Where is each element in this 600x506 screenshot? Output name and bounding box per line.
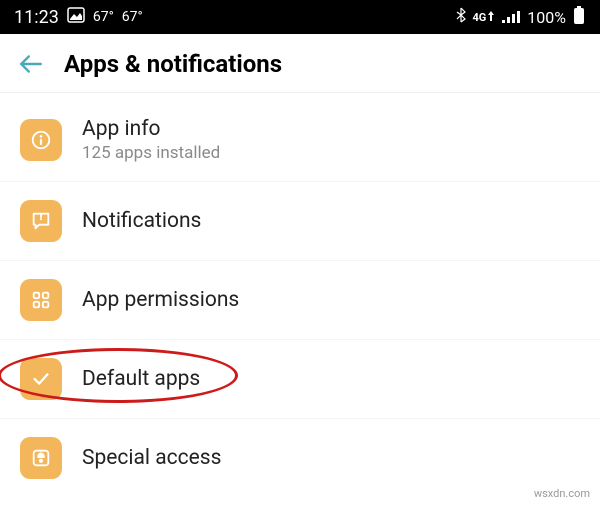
item-text: App info 125 apps installed xyxy=(82,117,220,163)
info-icon xyxy=(20,119,62,161)
watermark: wsxdn.com xyxy=(534,487,590,500)
item-app-info[interactable]: App info 125 apps installed xyxy=(0,99,600,182)
item-text: Default apps xyxy=(82,367,200,391)
message-icon xyxy=(20,200,62,242)
item-text: Special access xyxy=(82,446,221,470)
battery-percent: 100% xyxy=(527,8,566,27)
settings-list: App info 125 apps installed Notification… xyxy=(0,93,600,503)
back-button[interactable] xyxy=(18,51,44,77)
item-app-permissions[interactable]: App permissions xyxy=(0,261,600,340)
status-bar: 11:23 67° 67° 4G 100% xyxy=(0,0,600,34)
status-left: 11:23 67° 67° xyxy=(14,7,143,28)
status-time: 11:23 xyxy=(14,7,59,28)
item-label: App permissions xyxy=(82,288,239,312)
item-text: Notifications xyxy=(82,209,201,233)
network-4g-icon: 4G xyxy=(472,11,495,24)
item-special-access[interactable]: Special access xyxy=(0,419,600,497)
page-title: Apps & notifications xyxy=(64,50,282,78)
item-notifications[interactable]: Notifications xyxy=(0,182,600,261)
item-label: Notifications xyxy=(82,209,201,233)
image-icon xyxy=(67,7,85,27)
item-sublabel: 125 apps installed xyxy=(82,143,220,163)
app-icon xyxy=(20,437,62,479)
grid-icon xyxy=(20,279,62,321)
bluetooth-icon xyxy=(456,7,466,27)
item-label: Special access xyxy=(82,446,221,470)
item-label: App info xyxy=(82,117,220,141)
item-label: Default apps xyxy=(82,367,200,391)
signal-icon xyxy=(501,10,521,24)
battery-icon xyxy=(572,5,586,29)
item-default-apps[interactable]: Default apps xyxy=(0,340,600,419)
status-right: 4G 100% xyxy=(456,5,586,29)
check-icon xyxy=(20,358,62,400)
status-temp-2: 67° xyxy=(122,9,143,25)
header: Apps & notifications xyxy=(0,34,600,93)
status-temp-1: 67° xyxy=(93,9,114,25)
item-text: App permissions xyxy=(82,288,239,312)
